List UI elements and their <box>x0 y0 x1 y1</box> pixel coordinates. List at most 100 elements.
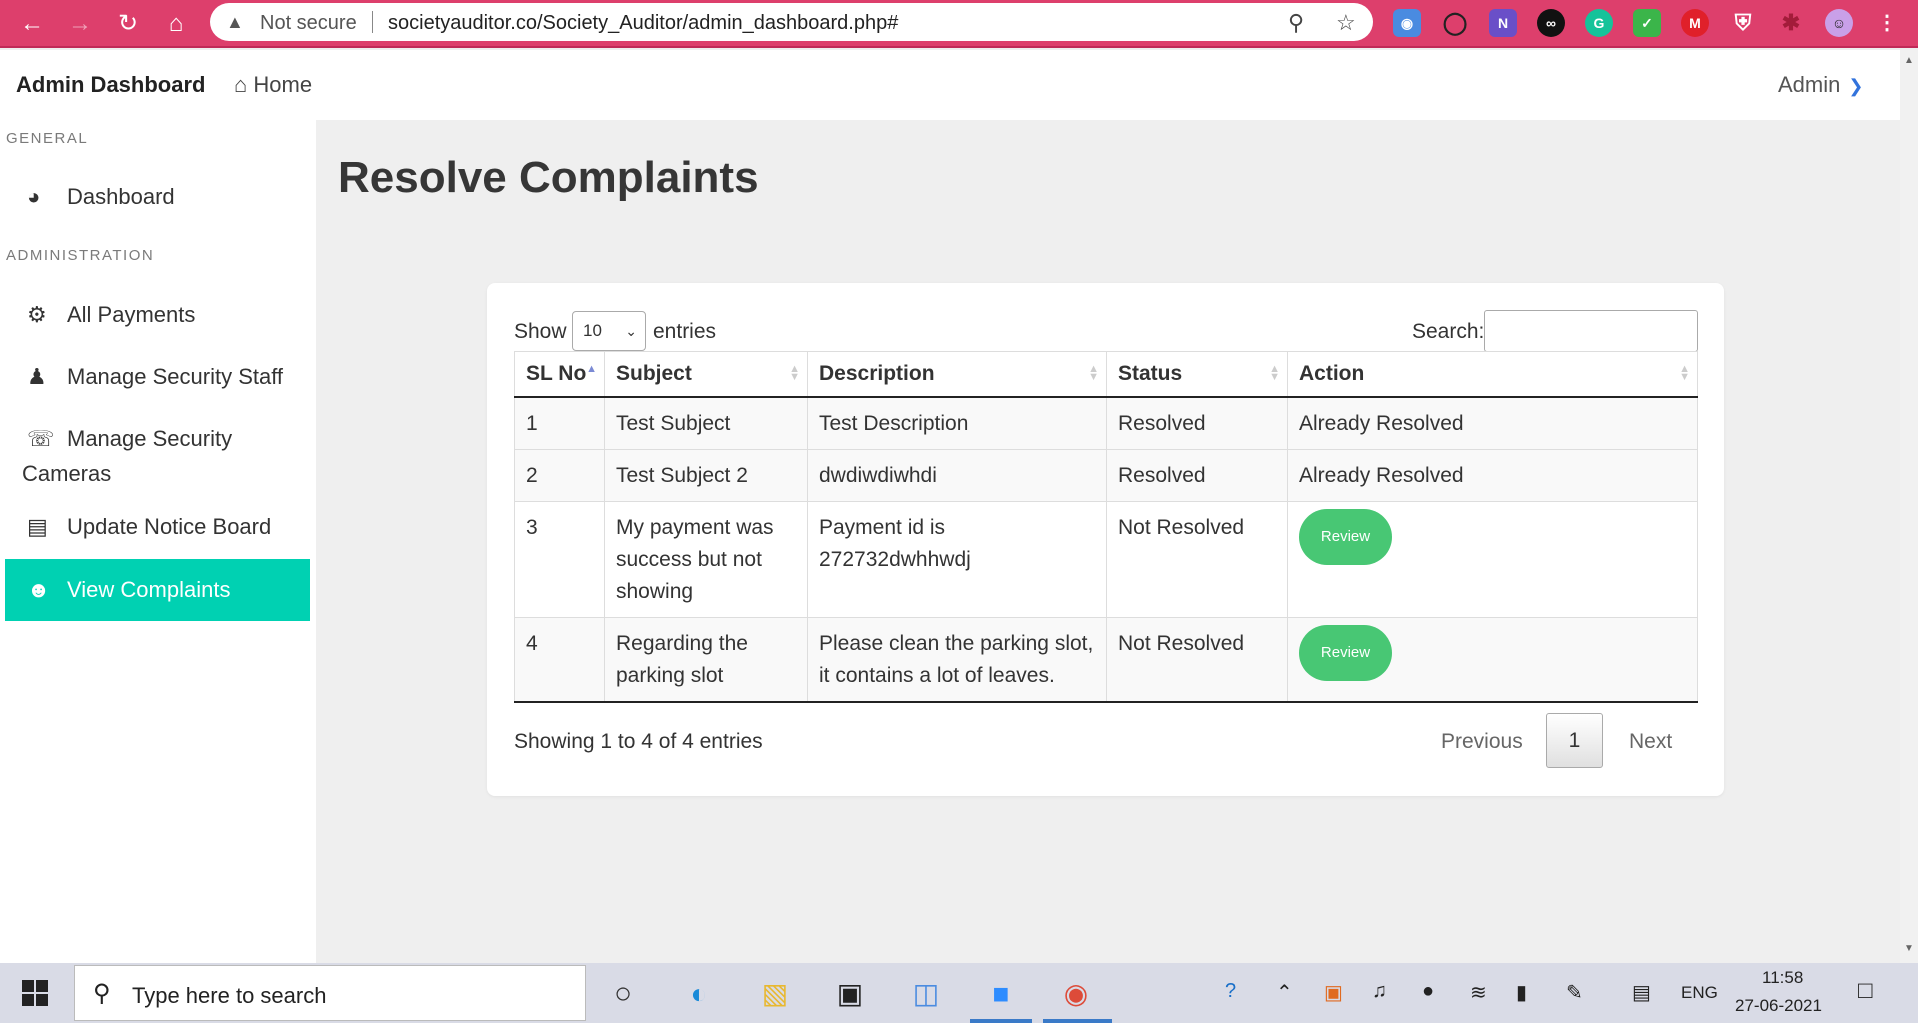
pagination-page-1[interactable]: 1 <box>1546 713 1603 768</box>
n-extension-icon[interactable]: N <box>1489 9 1517 37</box>
search-input[interactable] <box>1484 310 1698 352</box>
review-button[interactable]: Review <box>1299 624 1392 681</box>
column-header-status[interactable]: Status ▲ ▼ <box>1106 351 1288 398</box>
sidebar: GENERAL ◕ Dashboard ADMINISTRATION ⚙ All P… <box>0 120 316 963</box>
complaints-card: Show 10 ⌄ entries Search: SL No ▲ Subject… <box>487 283 1724 796</box>
cell-status: Not Resolved <box>1106 501 1288 618</box>
profile-avatar-icon[interactable]: ☺ <box>1825 9 1853 37</box>
cell-sl: 2 <box>514 449 605 502</box>
sidebar-item-label: All Payments <box>67 302 196 327</box>
column-header-subject[interactable]: Subject ▲ ▼ <box>604 351 808 398</box>
sidebar-item-view-complaints[interactable]: ☻ View Complaints <box>5 559 310 621</box>
store-icon[interactable]: ▣ <box>833 977 867 1011</box>
table-info: Showing 1 to 4 of 4 entries <box>514 730 763 753</box>
chrome-icon[interactable]: ◉ <box>1059 977 1093 1011</box>
sidebar-item-label: Update Notice Board <box>67 514 272 539</box>
column-header-label: Description <box>819 361 935 385</box>
page-title: Resolve Complaints <box>338 153 759 202</box>
column-header-label: SL No <box>526 361 587 385</box>
wifi-icon[interactable]: ≋ <box>1470 980 1487 1005</box>
camera-extension-icon[interactable]: ◉ <box>1393 9 1421 37</box>
admin-dropdown[interactable]: Admin ❯ <box>1778 72 1863 98</box>
speaker-icon[interactable]: ♫ <box>1372 980 1387 1003</box>
back-icon[interactable]: ← <box>16 8 48 40</box>
entries-per-page-select[interactable]: 10 ⌄ <box>572 311 646 351</box>
zoom-app-icon[interactable]: ■ <box>984 977 1018 1011</box>
show-label: Show <box>514 320 567 343</box>
page-scrollbar[interactable] <box>1900 50 1918 963</box>
sidebar-item-manage-security-staff[interactable]: ♟ Manage Security Staff <box>5 359 310 394</box>
browser-menu-icon[interactable]: ⋮ <box>1873 9 1901 37</box>
user-secret-icon: ☻ <box>27 577 51 602</box>
cell-description: dwdiwdiwhdi <box>807 449 1107 502</box>
chevron-down-icon: ⌄ <box>625 323 637 339</box>
home-link[interactable]: ⌂ Home <box>234 72 312 98</box>
column-header-action[interactable]: Action ▲ ▼ <box>1287 351 1698 398</box>
scroll-down-arrow-icon[interactable]: ▼ <box>1904 943 1914 954</box>
shield-extension-icon[interactable]: ⛨ <box>1729 9 1757 37</box>
cell-sl: 1 <box>514 396 605 450</box>
reload-icon[interactable]: ↻ <box>112 8 144 40</box>
show-hidden-icons-icon[interactable]: ⌃ <box>1276 980 1293 1005</box>
xampp-icon[interactable]: ▣ <box>1324 980 1343 1005</box>
file-explorer-icon[interactable]: ▧ <box>758 977 792 1011</box>
pagination-next[interactable]: Next <box>1629 730 1672 754</box>
complaints-table: SL No ▲ Subject ▲ ▼ Description ▲ ▼ Status ▲ ▼ … <box>514 351 1698 703</box>
chrome-active-indicator <box>1043 1019 1112 1023</box>
help-icon[interactable]: ? <box>1225 980 1236 1003</box>
m-extension-icon[interactable]: M <box>1681 9 1709 37</box>
cell-description: Please clean the parking slot, it contai… <box>807 617 1107 703</box>
cell-subject: Regarding the parking slot <box>604 617 808 703</box>
column-header-sl-no[interactable]: SL No ▲ <box>514 351 605 398</box>
cell-sl: 3 <box>514 501 605 618</box>
edge-icon[interactable]: ◐ <box>682 977 716 1011</box>
circle-extension-icon[interactable]: ◯ <box>1441 9 1469 37</box>
windows-start-icon[interactable] <box>22 980 48 1006</box>
sidebar-item-update-notice-board[interactable]: ▤ Update Notice Board <box>5 509 310 544</box>
pagination-previous[interactable]: Previous <box>1441 730 1523 754</box>
cell-subject: My payment was success but not showing <box>604 501 808 618</box>
home-icon[interactable]: ⌂ <box>160 8 192 40</box>
home-nav-icon: ⌂ <box>234 72 248 97</box>
pen-icon[interactable]: ✎ <box>1566 980 1583 1005</box>
puzzle-extension-icon[interactable]: ✱ <box>1777 9 1805 37</box>
forward-icon[interactable]: → <box>64 8 96 40</box>
warning-icon: ▲ <box>226 12 244 32</box>
remote-desktop-icon[interactable]: ◫ <box>909 977 943 1011</box>
scroll-up-arrow-icon[interactable]: ▲ <box>1904 55 1914 66</box>
sidebar-item-all-payments[interactable]: ⚙ All Payments <box>5 297 310 332</box>
zoom-active-indicator <box>970 1019 1032 1023</box>
gears-icon: ⚙ <box>27 302 47 327</box>
checklist-extension-icon[interactable]: ✓ <box>1633 9 1661 37</box>
cell-status: Not Resolved <box>1106 617 1288 703</box>
notification-icon[interactable]: □ <box>1858 977 1873 1005</box>
chevron-down-icon: ❯ <box>1848 76 1864 96</box>
cell-action: Review <box>1287 617 1698 703</box>
cell-description: Payment id is 272732dwhhwdj <box>807 501 1107 618</box>
review-button[interactable]: Review <box>1299 508 1392 565</box>
microphone-icon[interactable]: ● <box>1422 980 1434 1003</box>
taskbar-search-box[interactable]: ⚲ Type here to search <box>74 965 586 1021</box>
address-bar[interactable]: ▲ Not secure societyauditor.co/Society_A… <box>210 3 1373 41</box>
cell-subject: Test Subject <box>604 396 808 450</box>
column-header-description[interactable]: Description ▲ ▼ <box>807 351 1107 398</box>
clock-date[interactable]: 27-06-2021 <box>1735 996 1822 1016</box>
cell-action: Review <box>1287 501 1698 618</box>
sidebar-item-dashboard[interactable]: ◕ Dashboard <box>5 179 310 214</box>
sort-icon: ▲ <box>586 363 597 375</box>
search-icon: ⚲ <box>93 980 111 1007</box>
cortana-icon[interactable]: ○ <box>606 977 640 1011</box>
bookmark-star-icon[interactable]: ☆ <box>1336 10 1356 36</box>
sidebar-item-manage-security-cameras[interactable]: ☏ Manage Security Cameras <box>5 421 310 491</box>
battery-icon[interactable]: ▮ <box>1516 980 1527 1005</box>
keyboard-icon[interactable]: ▤ <box>1632 980 1651 1005</box>
omnibox-divider <box>372 11 373 33</box>
language-indicator[interactable]: ENG <box>1681 983 1718 1003</box>
column-header-label: Action <box>1299 361 1365 385</box>
glasses-extension-icon[interactable]: ∞ <box>1537 9 1565 37</box>
brand-title[interactable]: Admin Dashboard <box>16 72 205 98</box>
clock-time[interactable]: 11:58 <box>1762 968 1803 988</box>
grammarly-extension-icon[interactable]: G <box>1585 9 1613 37</box>
zoom-icon[interactable]: ⚲ <box>1288 10 1304 36</box>
url-text[interactable]: societyauditor.co/Society_Auditor/admin_… <box>388 12 898 35</box>
